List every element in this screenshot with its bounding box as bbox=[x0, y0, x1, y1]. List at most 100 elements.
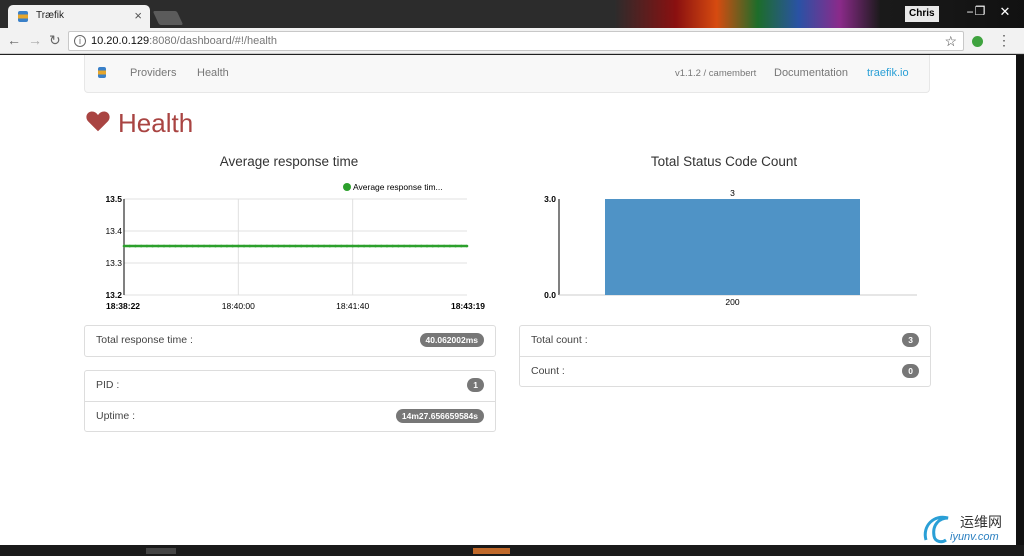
bars: 3 200 bbox=[605, 188, 860, 307]
x-tick-label: 18:38:22 bbox=[106, 301, 140, 311]
nav-health[interactable]: Health bbox=[197, 67, 229, 79]
page-title: Health bbox=[118, 108, 194, 138]
series-point bbox=[442, 244, 446, 248]
address-bar[interactable]: i 10.20.0.129:8080/dashboard/#!/health ☆ bbox=[68, 31, 964, 51]
series-point bbox=[145, 244, 149, 248]
reload-icon[interactable]: ↻ bbox=[49, 32, 61, 49]
version-label: v1.1.2 / camembert bbox=[675, 68, 757, 79]
series-point bbox=[385, 244, 389, 248]
series-point bbox=[174, 244, 177, 248]
series-point bbox=[197, 244, 200, 248]
series-point bbox=[254, 244, 257, 248]
series-point bbox=[408, 244, 412, 248]
pid-badge: 1 bbox=[467, 378, 484, 392]
series-point bbox=[208, 244, 212, 248]
series-point bbox=[431, 244, 435, 248]
series-point bbox=[339, 244, 343, 248]
series-point bbox=[322, 244, 326, 248]
series-point bbox=[328, 244, 332, 248]
series-point bbox=[225, 244, 229, 248]
series-point bbox=[397, 244, 400, 248]
arrow-right-icon[interactable]: → bbox=[28, 32, 42, 48]
url-path: :8080/dashboard/#!/health bbox=[149, 35, 277, 47]
status-code-chart: 3.0 0.0 3 200 bbox=[544, 188, 917, 307]
series-point bbox=[368, 244, 372, 248]
status-count-panel: Total count : 3 Count : 0 bbox=[519, 325, 931, 387]
traefik-favicon-icon bbox=[18, 11, 28, 22]
restore-icon[interactable]: ❐ bbox=[967, 4, 993, 20]
series-point bbox=[139, 244, 143, 248]
x-tick-labels: 18:38:22 18:40:00 18:41:40 18:43:19 bbox=[106, 301, 485, 311]
extension-icon[interactable] bbox=[972, 36, 983, 47]
series-point bbox=[311, 244, 314, 248]
series-point bbox=[362, 244, 366, 248]
series-point bbox=[448, 244, 452, 248]
title-bar: Træfik × Chris − ❐ ✕ bbox=[0, 0, 1024, 28]
series-point bbox=[237, 244, 240, 248]
nav-providers[interactable]: Providers bbox=[130, 67, 176, 79]
browser-window: Træfik × Chris − ❐ ✕ ← → ↻ i 10.20.0.129… bbox=[0, 0, 1024, 556]
heart-icon bbox=[86, 111, 110, 132]
response-time-panel: Total response time : 40.062002ms bbox=[84, 325, 496, 357]
series-point bbox=[265, 244, 269, 248]
y-tick-label: 13.4 bbox=[105, 226, 122, 236]
process-panel: PID : 1 Uptime : 14m27.656659584s bbox=[84, 370, 496, 432]
y-tick-labels: 3.0 0.0 bbox=[544, 194, 556, 300]
series-point bbox=[202, 244, 206, 248]
total-count-badge: 3 bbox=[902, 333, 919, 347]
y-tick-label: 13.3 bbox=[105, 258, 122, 268]
series-point bbox=[128, 244, 132, 248]
series-point bbox=[425, 244, 429, 248]
series-point bbox=[248, 244, 252, 248]
profile-button[interactable]: Chris bbox=[905, 6, 939, 22]
series-point bbox=[191, 244, 194, 248]
kebab-menu-icon[interactable]: ⋮ bbox=[997, 32, 1011, 49]
bar[interactable] bbox=[605, 199, 860, 295]
y-tick-label: 13.5 bbox=[105, 194, 122, 204]
series-point bbox=[459, 244, 463, 248]
series-point bbox=[242, 244, 246, 248]
y-tick-label: 3.0 bbox=[544, 194, 556, 204]
series-point bbox=[168, 244, 172, 248]
y-tick-labels: 13.5 13.4 13.3 13.2 bbox=[105, 194, 122, 300]
side-strip bbox=[1016, 55, 1024, 545]
legend-dot-icon[interactable] bbox=[343, 183, 351, 191]
series-point bbox=[374, 244, 377, 248]
watermark-logo: 运维网 iyunv.com bbox=[920, 510, 1016, 545]
watermark-cn: 运维网 bbox=[960, 514, 1002, 530]
series-point bbox=[299, 244, 303, 248]
x-tick-label: 200 bbox=[725, 297, 739, 307]
series-point bbox=[122, 244, 126, 248]
info-icon[interactable]: i bbox=[74, 35, 86, 47]
new-tab-button[interactable] bbox=[152, 11, 184, 25]
legend-label: Average response tim... bbox=[353, 182, 443, 192]
series-point bbox=[214, 244, 217, 248]
series-point bbox=[437, 244, 440, 248]
total-response-time-label: Total response time : bbox=[96, 334, 193, 346]
close-window-icon[interactable]: ✕ bbox=[992, 4, 1018, 20]
series-point bbox=[162, 244, 166, 248]
tab-title: Træfik bbox=[36, 10, 64, 21]
total-count-label: Total count : bbox=[531, 334, 588, 346]
series-point bbox=[179, 244, 183, 248]
arrow-left-icon[interactable]: ← bbox=[7, 32, 21, 48]
series-point bbox=[288, 244, 292, 248]
traefik-logo-icon[interactable] bbox=[98, 67, 106, 78]
x-tick-label: 18:40:00 bbox=[222, 301, 255, 311]
nav-traefik-io[interactable]: traefik.io bbox=[867, 67, 909, 79]
browser-tab[interactable]: Træfik × bbox=[8, 5, 150, 28]
bar-data-label: 3 bbox=[730, 188, 735, 198]
uptime-label: Uptime : bbox=[96, 410, 136, 422]
series-point bbox=[379, 244, 383, 248]
series-point bbox=[414, 244, 417, 248]
series-point bbox=[185, 244, 189, 248]
star-icon[interactable]: ☆ bbox=[944, 33, 957, 50]
nav-documentation[interactable]: Documentation bbox=[774, 67, 848, 79]
series-point bbox=[282, 244, 286, 248]
total-response-time-badge: 40.062002ms bbox=[419, 333, 484, 347]
series-point bbox=[231, 244, 234, 248]
watermark-url: iyunv.com bbox=[950, 531, 999, 543]
close-tab-icon[interactable]: × bbox=[134, 8, 142, 23]
series-point bbox=[334, 244, 337, 248]
y-tick-label: 0.0 bbox=[544, 290, 556, 300]
